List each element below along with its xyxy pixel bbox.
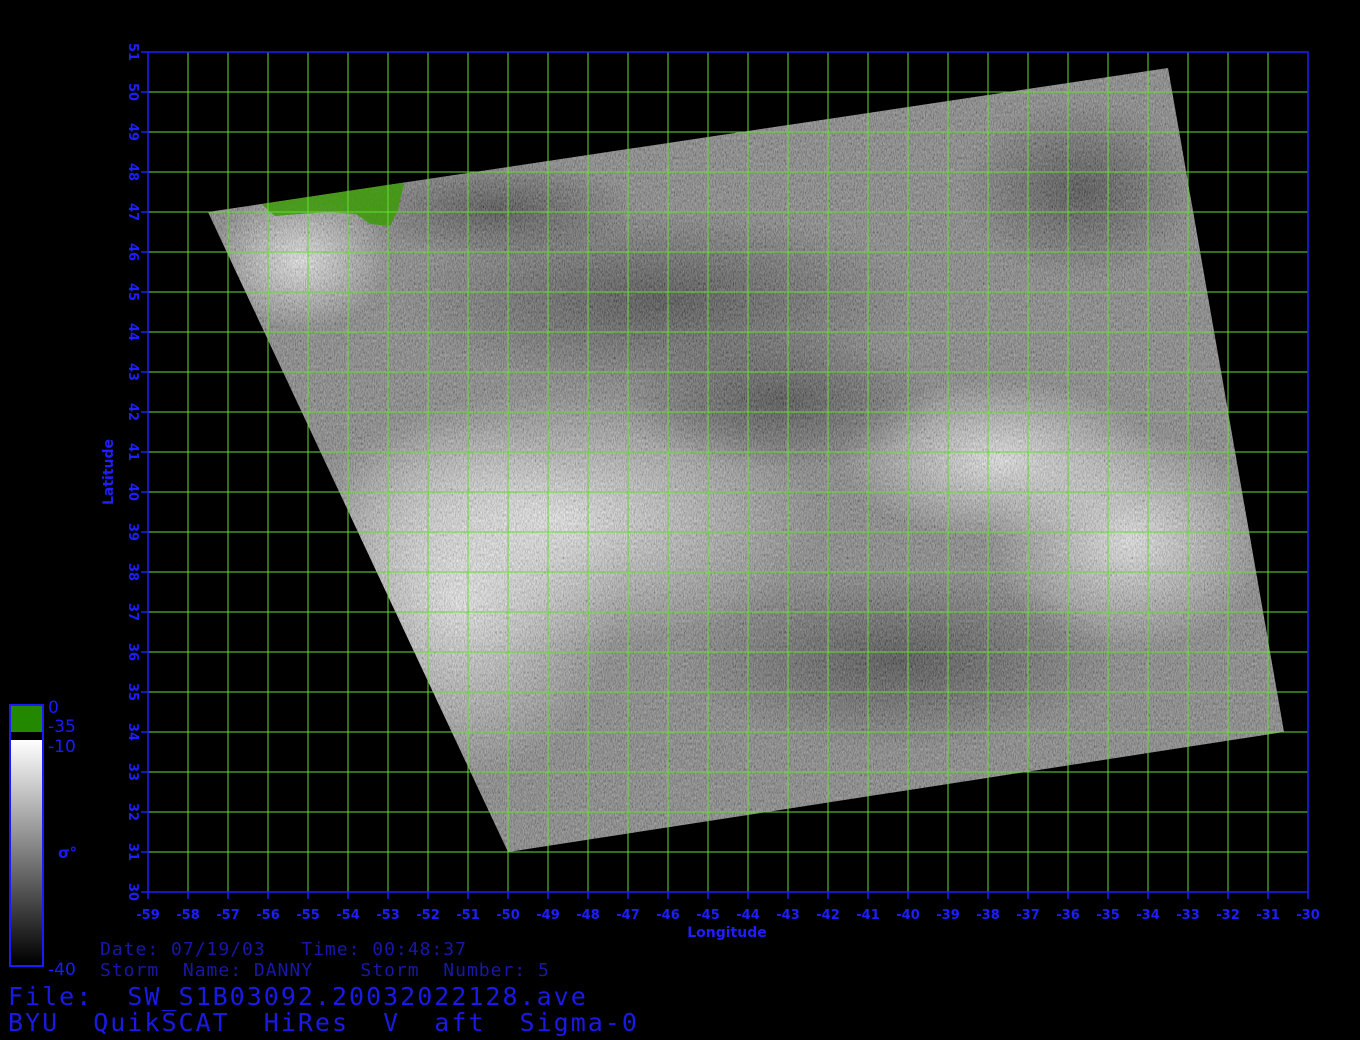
lat-tick-label: 48	[125, 163, 140, 181]
lon-tick-label: -46	[656, 908, 680, 923]
lon-tick-label: -44	[736, 908, 760, 923]
lon-tick-label: -47	[616, 908, 640, 923]
lon-tick-label: -40	[896, 908, 920, 923]
lat-tick-label: 45	[125, 283, 140, 301]
lon-tick-label: -32	[1216, 908, 1240, 923]
lat-tick-label: 33	[125, 763, 140, 781]
lon-tick-label: -56	[256, 908, 280, 923]
lon-tick-label: -54	[336, 908, 360, 923]
lon-tick-label: -53	[376, 908, 400, 923]
lat-tick-label: 36	[125, 643, 140, 661]
lat-tick-label: 31	[125, 843, 140, 861]
lon-tick-label: -51	[456, 908, 480, 923]
lat-tick-label: 42	[125, 403, 140, 421]
lon-tick-label: -52	[416, 908, 440, 923]
map-figure: -59 -58 -57 -56 -55 -54 -53 -52 -51 -50 -49 -48 -47 -…	[9, 43, 1320, 980]
latitude-tick-labels: 30 31 32 33 34 35 36 37 38 39 40 41 42 43 44 45 46 47 48 49…	[125, 43, 148, 901]
lon-tick-label: -39	[936, 908, 960, 923]
y-axis-label: Latitude	[101, 439, 117, 505]
colorbar-units-label: σ°	[58, 844, 77, 862]
lat-tick-label: 38	[125, 563, 140, 581]
lon-tick-label: -30	[1296, 908, 1320, 923]
lon-tick-label: -37	[1016, 908, 1040, 923]
lon-tick-label: -57	[216, 908, 240, 923]
lon-tick-label: -33	[1176, 908, 1200, 923]
lon-tick-label: -43	[776, 908, 800, 923]
lat-tick-label: 30	[125, 883, 140, 901]
lon-tick-label: -48	[576, 908, 600, 923]
colorbar-label-land: -35	[48, 717, 76, 737]
lat-tick-label: 49	[125, 123, 140, 141]
lat-tick-label: 40	[125, 483, 140, 501]
lat-tick-label: 50	[125, 83, 140, 101]
lon-tick-label: -31	[1256, 908, 1280, 923]
x-axis-label: Longitude	[687, 925, 767, 941]
lon-tick-label: -58	[176, 908, 200, 923]
colorbar-label-bottom: -40	[48, 960, 76, 980]
lon-tick-label: -49	[536, 908, 560, 923]
product-line: BYU QuikSCAT HiRes V aft Sigma-0	[8, 1008, 639, 1037]
colorbar: 0 -35 -10 σ° -40	[9, 698, 77, 980]
lon-tick-label: -50	[496, 908, 520, 923]
sigma0-swath-image	[208, 68, 1284, 852]
lat-tick-label: 44	[125, 323, 140, 341]
lat-tick-label: 35	[125, 683, 140, 701]
lat-tick-label: 46	[125, 243, 140, 261]
lon-tick-label: -41	[856, 908, 880, 923]
lon-tick-label: -36	[1056, 908, 1080, 923]
lat-tick-label: 43	[125, 363, 140, 381]
longitude-tick-labels: -59 -58 -57 -56 -55 -54 -53 -52 -51 -50 -49 -48 -47 -…	[136, 892, 1320, 923]
file-line: File: SW_S1B03092.20032022128.ave	[8, 982, 588, 1011]
lat-tick-label: 39	[125, 523, 140, 541]
lat-tick-label: 32	[125, 803, 140, 821]
lon-tick-label: -55	[296, 908, 320, 923]
lat-tick-label: 41	[125, 443, 140, 461]
lat-tick-label: 37	[125, 603, 140, 621]
colorbar-land-segment	[11, 706, 42, 732]
colorbar-label-top: 0	[48, 698, 59, 718]
storm-line: Storm Name: DANNY Storm Number: 5	[100, 960, 550, 981]
date-time-line: Date: 07/19/03 Time: 00:48:37	[100, 939, 467, 960]
lon-tick-label: -34	[1136, 908, 1160, 923]
lat-tick-label: 51	[125, 43, 140, 61]
lon-tick-label: -42	[816, 908, 840, 923]
lon-tick-label: -35	[1096, 908, 1120, 923]
lat-tick-label: 47	[125, 203, 140, 221]
colorbar-label-upper: -10	[48, 737, 76, 757]
lat-tick-label: 34	[125, 723, 140, 741]
lon-tick-label: -45	[696, 908, 720, 923]
lon-tick-label: -59	[136, 908, 160, 923]
lon-tick-label: -38	[976, 908, 1000, 923]
colorbar-gradient	[11, 740, 42, 964]
